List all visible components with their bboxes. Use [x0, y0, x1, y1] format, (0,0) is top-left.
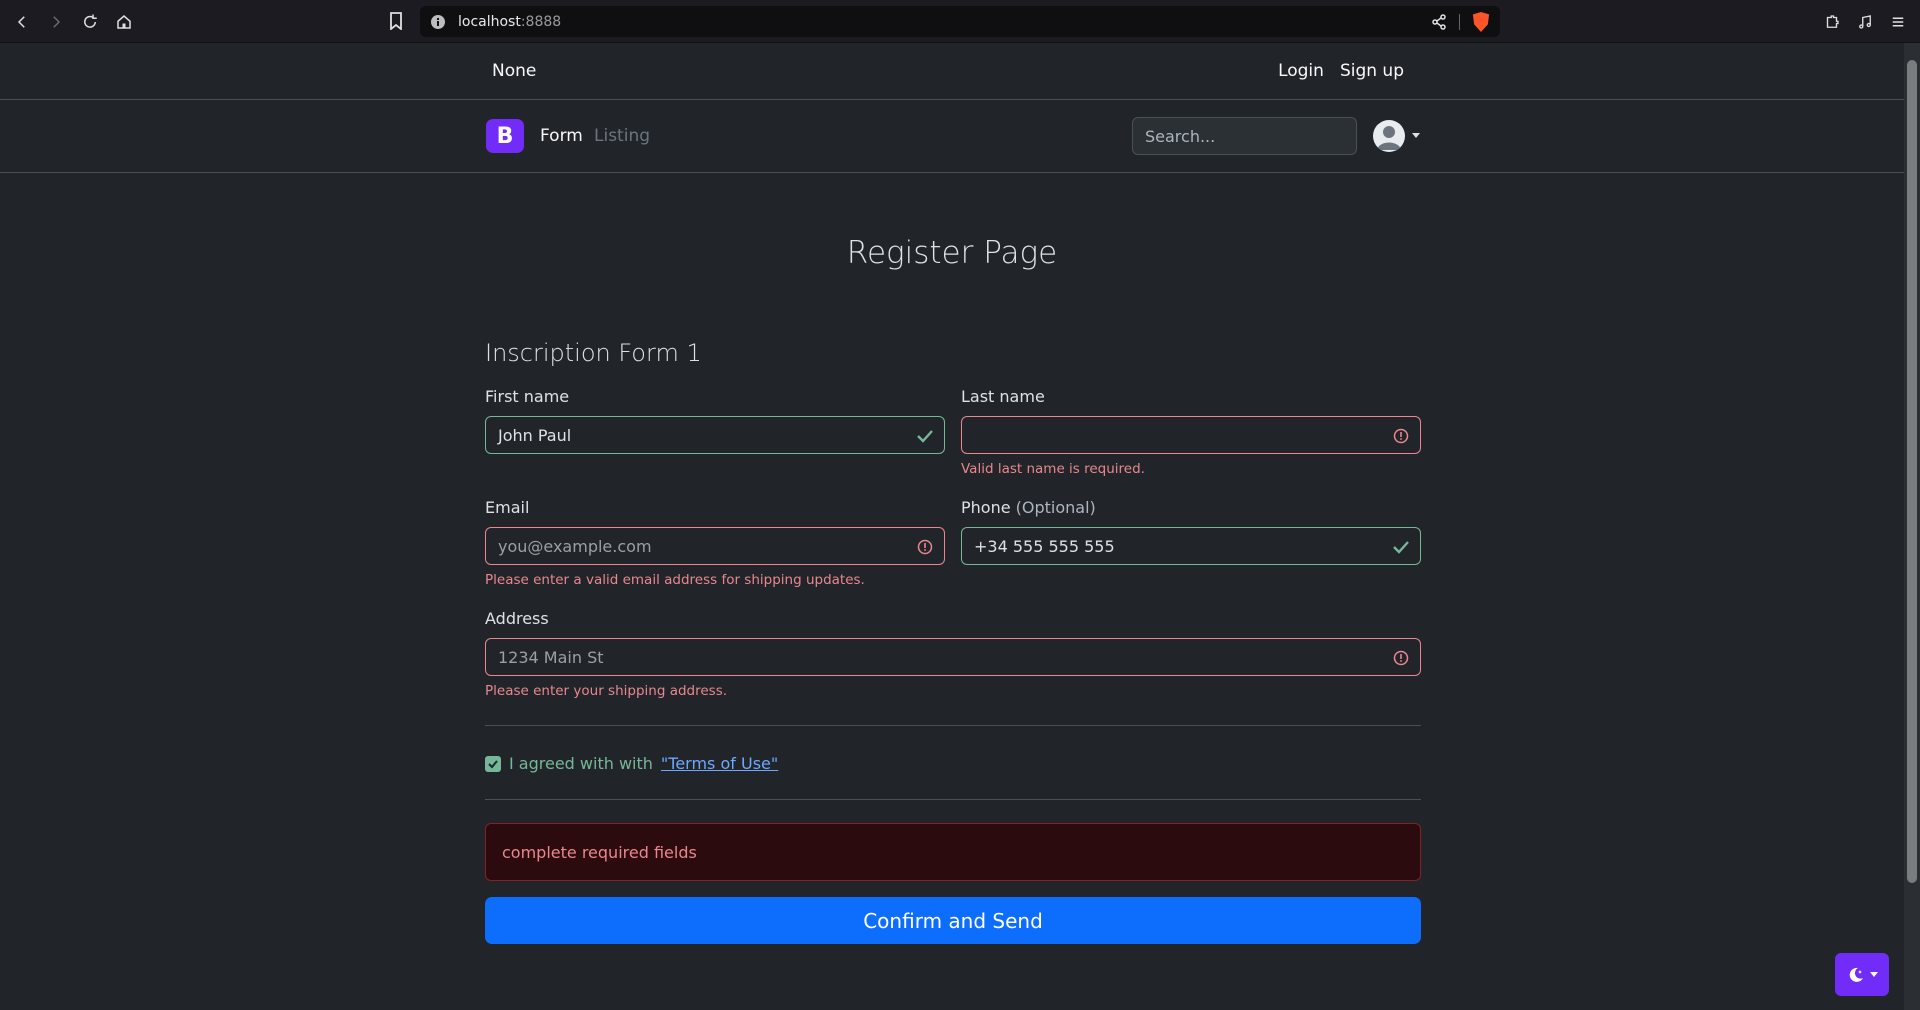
top-bar: None Login Sign up [0, 43, 1904, 100]
scrollbar-thumb[interactable] [1907, 60, 1917, 883]
form-title: Inscription Form 1 [485, 339, 702, 367]
media-icon[interactable] [1853, 10, 1877, 34]
extensions-icon[interactable] [1820, 10, 1844, 34]
confirm-send-button[interactable]: Confirm and Send [485, 897, 1421, 944]
menu-icon[interactable] [1886, 10, 1910, 34]
phone-label: Phone (Optional) [961, 498, 1096, 517]
last-name-feedback: Valid last name is required. [961, 461, 1145, 477]
valid-check-icon [917, 430, 933, 443]
email-feedback: Please enter a valid email address for s… [485, 572, 865, 588]
divider [485, 725, 1421, 726]
last-name-input[interactable] [961, 416, 1421, 454]
address-label: Address [485, 609, 549, 628]
valid-check-icon [1393, 541, 1409, 554]
chevron-down-icon [1869, 972, 1878, 977]
page-content: None Login Sign up B Form Listing Regist… [0, 43, 1904, 1010]
address-bar[interactable]: localhost:8888 [420, 6, 1500, 37]
main-navbar: B Form Listing [0, 100, 1904, 173]
back-icon[interactable] [10, 10, 34, 34]
moon-icon [1849, 967, 1863, 982]
address-input[interactable]: 1234 Main St [485, 638, 1421, 676]
invalid-alert-icon [1393, 650, 1409, 666]
login-link[interactable]: Login [1278, 61, 1324, 81]
reload-icon[interactable] [78, 10, 102, 34]
invalid-alert-icon [1393, 428, 1409, 444]
phone-value: +34 555 555 555 [974, 536, 1115, 556]
forward-icon[interactable] [44, 10, 68, 34]
address-feedback: Please enter your shipping address. [485, 683, 728, 699]
last-name-label: Last name [961, 387, 1045, 406]
address-placeholder: 1234 Main St [498, 647, 604, 667]
first-name-input[interactable]: John Paul [485, 416, 945, 454]
email-input[interactable]: you@example.com [485, 527, 945, 565]
address-bar-separator [1459, 14, 1460, 30]
user-avatar-icon [1377, 126, 1401, 150]
bootstrap-logo-icon[interactable]: B [486, 119, 524, 153]
nav-link-listing[interactable]: Listing [594, 126, 650, 146]
invalid-alert-icon [917, 539, 933, 555]
page-title: Register Page [846, 235, 1058, 271]
email-label: Email [485, 498, 530, 517]
theme-toggle-button[interactable] [1835, 953, 1889, 996]
terms-of-use-link[interactable]: "Terms of Use" [661, 754, 778, 773]
first-name-value: John Paul [498, 425, 572, 445]
browser-toolbar: localhost:8888 [0, 0, 1920, 43]
avatar[interactable] [1373, 120, 1405, 152]
email-placeholder: you@example.com [498, 536, 652, 556]
bookmark-icon[interactable] [388, 12, 404, 34]
brave-shields-icon[interactable] [1472, 12, 1490, 32]
phone-optional-hint: (Optional) [1015, 498, 1096, 517]
site-info-icon[interactable] [430, 14, 446, 30]
terms-checkbox[interactable] [485, 755, 501, 772]
error-alert: complete required fields [485, 823, 1421, 881]
terms-row: I agreed with with "Terms of Use" [485, 754, 778, 773]
share-icon[interactable] [1431, 14, 1447, 30]
nav-link-form[interactable]: Form [540, 126, 583, 146]
url-text: localhost:8888 [458, 13, 562, 30]
terms-label: I agreed with with [509, 754, 653, 773]
first-name-label: First name [485, 387, 570, 406]
auth-links: Login Sign up [1278, 61, 1404, 81]
checkmark-icon [488, 759, 498, 768]
error-alert-text: complete required fields [502, 842, 697, 862]
divider [485, 799, 1421, 800]
home-icon[interactable] [112, 10, 136, 34]
phone-input[interactable]: +34 555 555 555 [961, 527, 1421, 565]
top-brand[interactable]: None [492, 61, 536, 81]
search-input[interactable] [1132, 117, 1357, 155]
chevron-down-icon[interactable] [1412, 133, 1420, 138]
signup-link[interactable]: Sign up [1340, 61, 1404, 81]
